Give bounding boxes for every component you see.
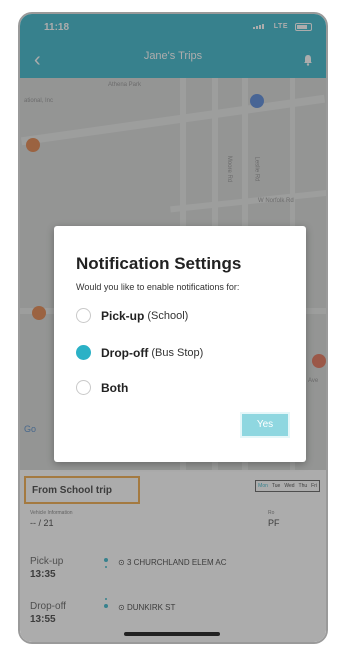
home-indicator — [124, 632, 220, 636]
option-pickup-sub: (School) — [147, 309, 189, 322]
dialog-title: Notification Settings — [76, 254, 242, 273]
option-pickup[interactable]: Pick-up (School) — [76, 308, 188, 323]
radio-pickup[interactable] — [76, 308, 91, 323]
phone-frame: 11:18 LTE ‹ Jane's Trips ational, Inc At… — [18, 12, 328, 644]
option-pickup-label: Pick-up — [101, 308, 145, 323]
yes-button[interactable]: Yes — [240, 412, 290, 438]
option-dropoff-label: Drop-off — [101, 345, 149, 360]
option-both[interactable]: Both — [76, 380, 128, 395]
option-dropoff-sub: (Bus Stop) — [151, 346, 204, 359]
radio-dropoff[interactable] — [76, 345, 91, 360]
option-dropoff[interactable]: Drop-off (Bus Stop) — [76, 345, 203, 360]
notification-settings-dialog: Notification Settings Would you like to … — [54, 226, 306, 462]
dialog-question: Would you like to enable notifications f… — [76, 282, 240, 292]
option-both-label: Both — [101, 380, 129, 395]
radio-both[interactable] — [76, 380, 91, 395]
